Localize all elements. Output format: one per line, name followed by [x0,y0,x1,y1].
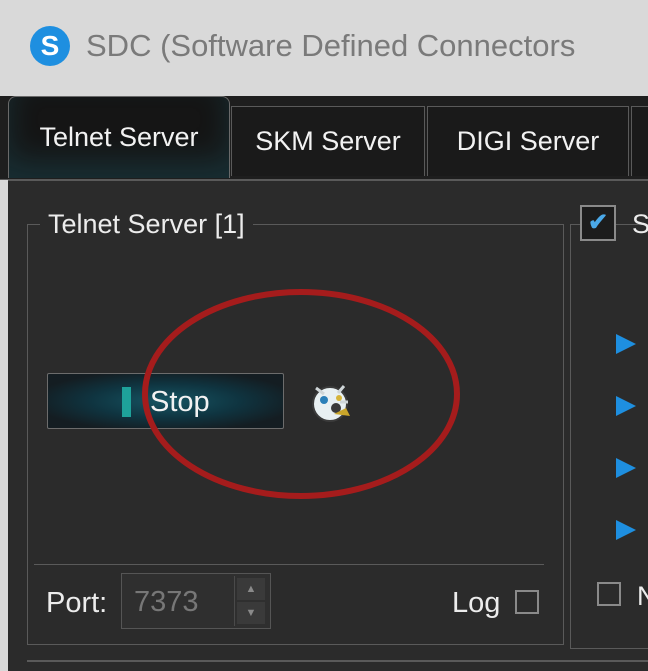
tab-overflow[interactable] [631,106,648,176]
port-input[interactable]: 7373 ▲ ▼ [121,573,271,629]
tab-strip: Telnet Server SKM Server DIGI Server [0,96,648,180]
log-label: Log [452,587,501,619]
play-arrow-icon[interactable] [616,458,636,478]
group-title: Telnet Server [1] [40,206,253,242]
right-group-checkbox[interactable]: ✔ [580,205,616,241]
spin-up-icon[interactable]: ▲ [237,578,265,600]
tab-skm-server[interactable]: SKM Server [231,106,425,176]
title-bar: S SDC (Software Defined Connectors [0,0,648,97]
right-option-label: N [637,581,648,611]
annotation-circle [142,289,460,499]
log-checkbox[interactable] [515,590,539,614]
port-spinner: ▲ ▼ [234,576,269,626]
running-indicator [122,387,131,417]
tab-digi-server[interactable]: DIGI Server [427,106,629,176]
checkmark-icon: ✔ [587,209,609,236]
play-arrow-icon[interactable] [616,520,636,540]
tab-telnet-server[interactable]: Telnet Server [8,96,230,178]
port-label: Port: [46,587,108,619]
right-group-title: S [632,209,648,239]
port-value: 7373 [134,586,199,618]
play-arrow-icon[interactable] [616,334,636,354]
group-separator [34,564,544,565]
window-frame [0,180,8,671]
window-title: SDC (Software Defined Connectors [86,28,576,63]
bottom-divider [27,660,648,662]
spin-down-icon[interactable]: ▼ [237,602,265,624]
right-option-checkbox[interactable] [597,582,621,606]
sdc-logo-icon: S [30,26,70,66]
play-arrow-icon[interactable] [616,396,636,416]
